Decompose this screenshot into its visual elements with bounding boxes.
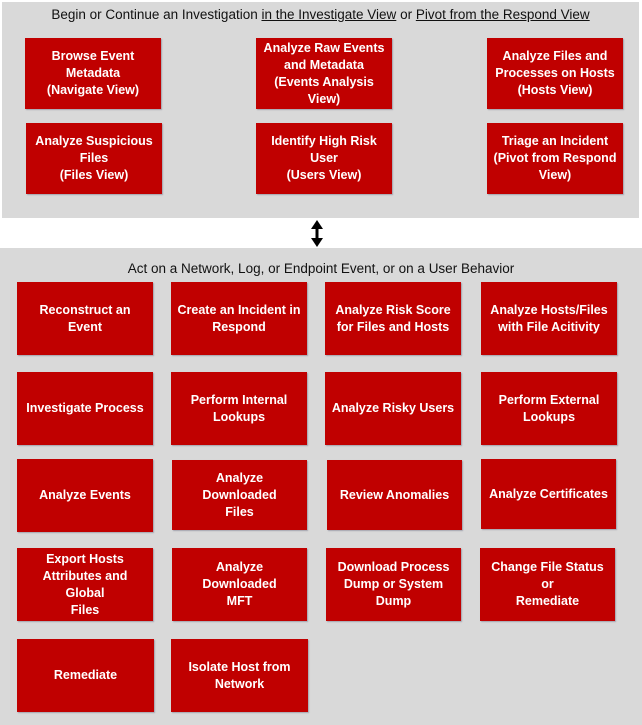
box-label: Export Hosts Attributes and Global Files xyxy=(42,551,128,617)
analyze-risk-score-box[interactable]: Analyze Risk Score for Files and Hosts xyxy=(325,282,461,355)
analyze-files-processes-box[interactable]: Analyze Files and Processes on Hosts (Ho… xyxy=(487,38,623,109)
perform-internal-lookups-box[interactable]: Perform Internal Lookups xyxy=(171,372,307,445)
title-text: or xyxy=(396,7,416,22)
export-hosts-attributes-box[interactable]: Export Hosts Attributes and Global Files xyxy=(17,548,153,621)
box-label: Identify High Risk User (Users View) xyxy=(271,134,377,182)
box-label: Analyze Hosts/Files with File Acitivity xyxy=(490,302,608,334)
analyze-raw-events-box[interactable]: Analyze Raw Events and Metadata (Events … xyxy=(256,38,392,109)
action-panel-title: Act on a Network, Log, or Endpoint Event… xyxy=(127,261,515,276)
box-label: Analyze Events xyxy=(39,488,131,502)
box-label: Analyze Suspicious Files (Files View) xyxy=(35,134,153,182)
double-arrow-icon xyxy=(311,220,323,247)
box-label: Analyze Files and Processes on Hosts (Ho… xyxy=(495,49,615,97)
title-text: Begin or Continue an Investigation xyxy=(51,7,262,22)
investigation-panel-title: Begin or Continue an Investigation in th… xyxy=(2,7,639,22)
browse-event-metadata-box[interactable]: Browse Event Metadata (Navigate View) xyxy=(25,38,161,109)
box-label: Analyze Downloaded MFT xyxy=(202,560,277,608)
create-incident-box[interactable]: Create an Incident in Respond xyxy=(171,282,307,355)
box-label: Perform External Lookups xyxy=(498,392,600,424)
box-label: Browse Event Metadata (Navigate View) xyxy=(46,49,140,97)
analyze-risky-users-box[interactable]: Analyze Risky Users xyxy=(325,372,461,445)
investigate-process-box[interactable]: Investigate Process xyxy=(17,372,153,445)
box-label: Remediate xyxy=(53,668,118,682)
box-label: Isolate Host from Network xyxy=(188,659,291,691)
isolate-host-box[interactable]: Isolate Host from Network xyxy=(171,639,308,712)
triage-incident-box[interactable]: Triage an Incident (Pivot from Respond V… xyxy=(487,123,623,194)
box-label: Investigate Process xyxy=(26,401,144,415)
box-label: Analyze Risk Score for Files and Hosts xyxy=(335,302,451,334)
review-anomalies-box[interactable]: Review Anomalies xyxy=(327,460,462,530)
box-label: Analyze Risky Users xyxy=(331,401,455,415)
investigation-panel: Begin or Continue an Investigation in th… xyxy=(2,2,639,218)
analyze-suspicious-files-box[interactable]: Analyze Suspicious Files (Files View) xyxy=(26,123,162,194)
box-label: Create an Incident in Respond xyxy=(177,302,301,334)
box-label: Analyze Raw Events and Metadata (Events … xyxy=(263,40,385,106)
change-file-status-box[interactable]: Change File Status or Remediate xyxy=(480,548,615,621)
analyze-events-box[interactable]: Analyze Events xyxy=(17,459,153,532)
investigate-view-link[interactable]: in the Investigate View xyxy=(261,7,396,22)
reconstruct-event-box[interactable]: Reconstruct an Event xyxy=(17,282,153,355)
remediate-box[interactable]: Remediate xyxy=(17,639,154,712)
analyze-downloaded-mft-box[interactable]: Analyze Downloaded MFT xyxy=(172,548,307,621)
box-label: Analyze Certificates xyxy=(489,486,608,501)
identify-high-risk-user-box[interactable]: Identify High Risk User (Users View) xyxy=(256,123,392,194)
analyze-downloaded-files-box[interactable]: Analyze Downloaded Files xyxy=(172,460,307,530)
box-label: Review Anomalies xyxy=(339,487,450,502)
box-label: Triage an Incident (Pivot from Respond V… xyxy=(493,134,617,182)
action-panel: Act on a Network, Log, or Endpoint Event… xyxy=(0,248,642,725)
box-label: Perform Internal Lookups xyxy=(190,392,288,424)
analyze-hosts-files-activity-box[interactable]: Analyze Hosts/Files with File Acitivity xyxy=(481,282,617,355)
download-process-dump-box[interactable]: Download Process Dump or System Dump xyxy=(326,548,461,621)
box-label: Reconstruct an Event xyxy=(39,302,131,334)
box-label: Change File Status or Remediate xyxy=(491,560,604,608)
box-label: Download Process Dump or System Dump xyxy=(337,560,450,608)
perform-external-lookups-box[interactable]: Perform External Lookups xyxy=(481,372,617,445)
respond-view-link[interactable]: Pivot from the Respond View xyxy=(416,7,590,22)
analyze-certificates-box[interactable]: Analyze Certificates xyxy=(481,459,616,529)
box-label: Analyze Downloaded Files xyxy=(202,470,277,519)
